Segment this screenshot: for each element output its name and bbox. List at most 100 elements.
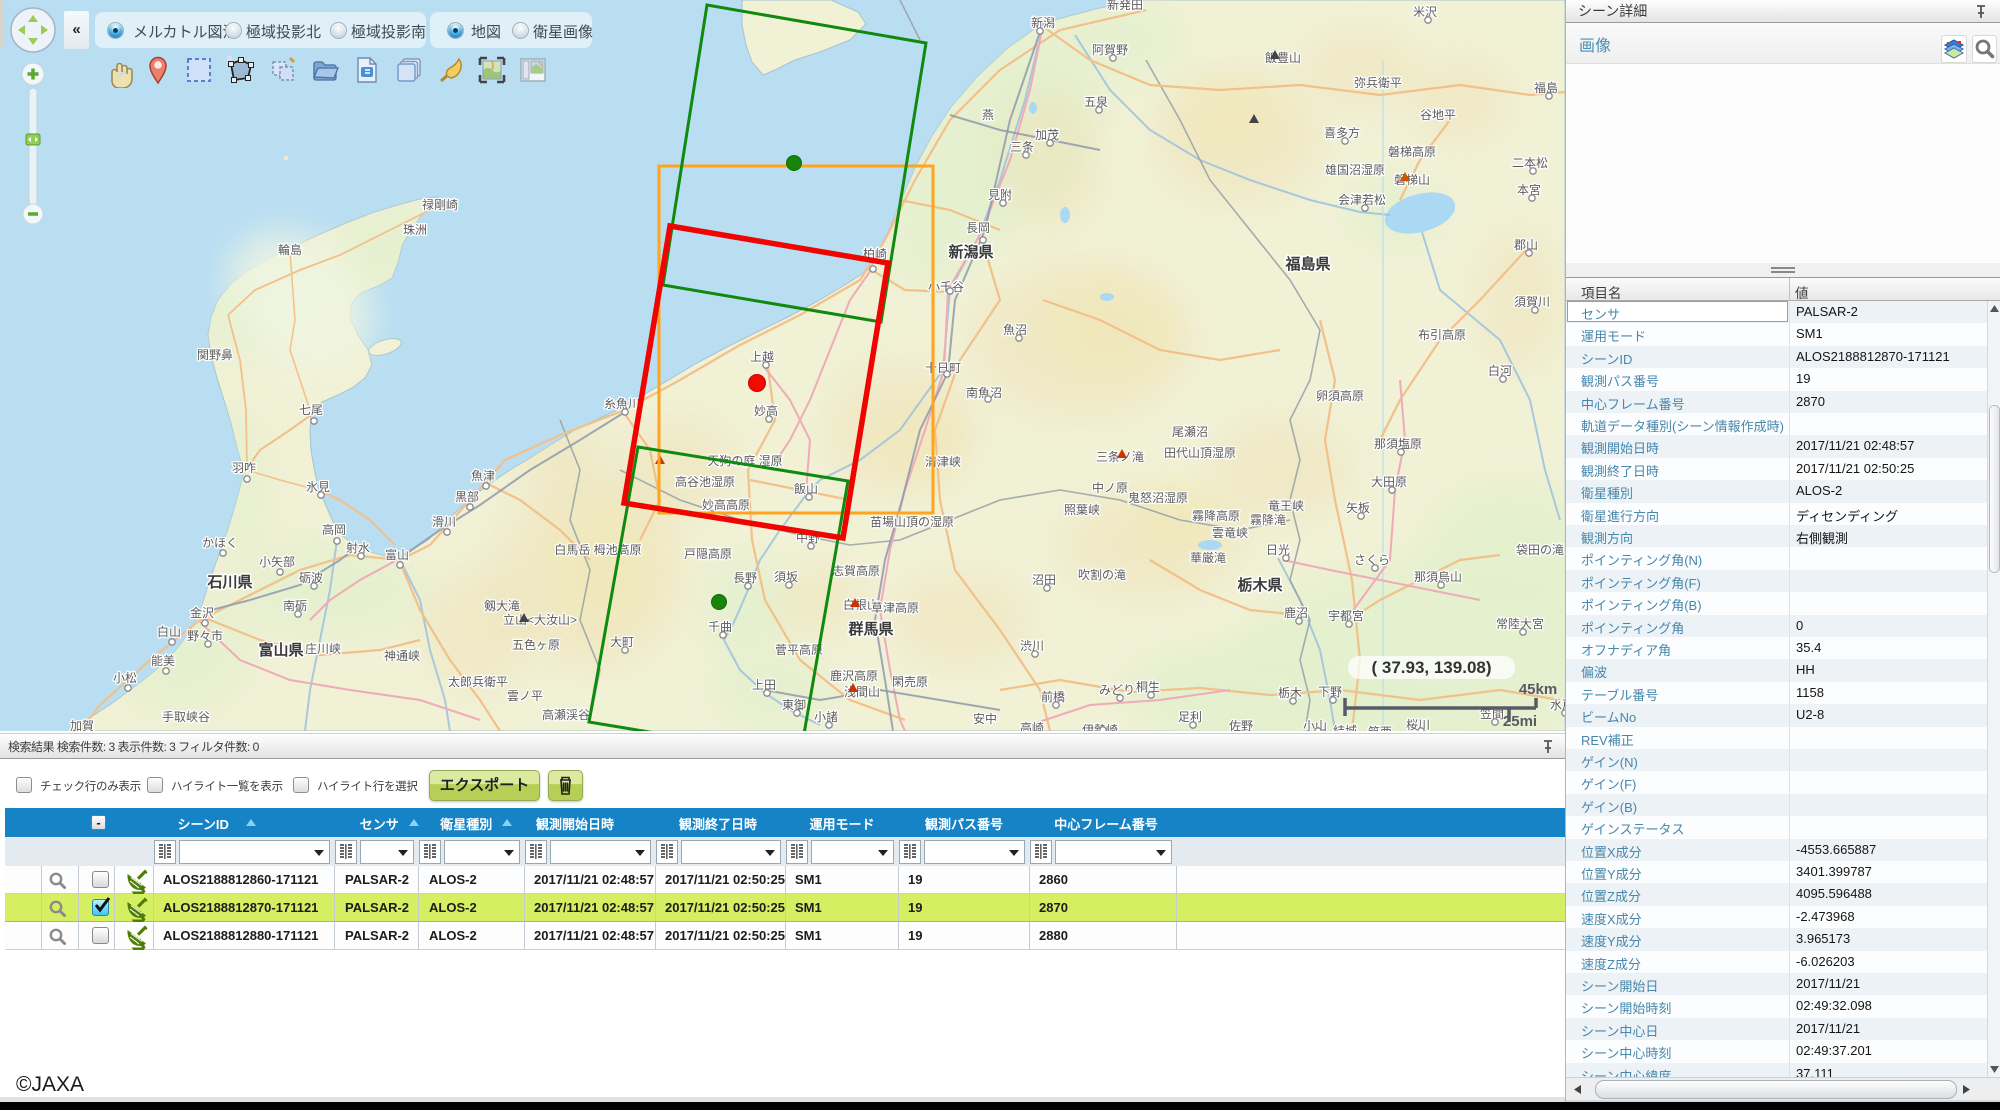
svg-text:磐梯高原: 磐梯高原 bbox=[1388, 144, 1436, 159]
svg-text:金沢: 金沢 bbox=[190, 605, 214, 620]
svg-text:戸隠高原: 戸隠高原 bbox=[684, 546, 732, 561]
svg-text:磐梯山: 磐梯山 bbox=[1394, 173, 1430, 187]
svg-text:高崎: 高崎 bbox=[1020, 720, 1044, 731]
svg-text:志賀高原: 志賀高原 bbox=[832, 563, 880, 578]
svg-text:小矢部: 小矢部 bbox=[259, 554, 295, 569]
svg-text:長野: 長野 bbox=[733, 571, 757, 585]
svg-text:砺波: 砺波 bbox=[299, 571, 323, 585]
svg-text:群馬県: 群馬県 bbox=[848, 620, 893, 638]
svg-text:卵須高原: 卵須高原 bbox=[1316, 388, 1364, 403]
svg-text:滑川: 滑川 bbox=[432, 515, 456, 529]
svg-text:矢板: 矢板 bbox=[1346, 501, 1370, 515]
svg-text:みどり: みどり bbox=[1099, 683, 1135, 697]
svg-text:手取峡谷: 手取峡谷 bbox=[162, 710, 210, 724]
svg-text:禄剛崎: 禄剛崎 bbox=[422, 197, 458, 212]
svg-text:郡山: 郡山 bbox=[1514, 238, 1538, 252]
svg-text:草津高原: 草津高原 bbox=[871, 600, 919, 615]
svg-text:宇都宮: 宇都宮 bbox=[1328, 608, 1364, 623]
svg-text:関野鼻: 関野鼻 bbox=[197, 347, 233, 362]
svg-text:閑売原: 閑売原 bbox=[892, 674, 928, 689]
svg-text:新発田: 新発田 bbox=[1107, 0, 1143, 12]
svg-text:須坂: 須坂 bbox=[774, 570, 798, 584]
svg-text:25mi: 25mi bbox=[1503, 713, 1537, 730]
svg-text:さくら: さくら bbox=[1354, 553, 1390, 567]
svg-text:佐野: 佐野 bbox=[1229, 719, 1253, 731]
svg-text:白山: 白山 bbox=[157, 624, 181, 639]
svg-text:立山<大汝山>: 立山<大汝山> bbox=[503, 612, 577, 627]
svg-text:剱大滝: 剱大滝 bbox=[484, 599, 520, 613]
svg-text:霧降高原: 霧降高原 bbox=[1192, 508, 1240, 523]
svg-text:大田原: 大田原 bbox=[1371, 475, 1407, 489]
svg-text:弥兵衛平: 弥兵衛平 bbox=[1354, 75, 1402, 90]
svg-text:七尾: 七尾 bbox=[299, 403, 323, 417]
svg-text:中ノ原: 中ノ原 bbox=[1092, 480, 1128, 495]
svg-text:太郎兵衛平: 太郎兵衛平 bbox=[448, 674, 508, 689]
svg-text:布引高原: 布引高原 bbox=[1418, 327, 1466, 342]
svg-text:安中: 安中 bbox=[973, 711, 997, 726]
svg-text:輪島: 輪島 bbox=[278, 242, 302, 257]
svg-text:射水: 射水 bbox=[346, 540, 370, 555]
svg-text:かほく: かほく bbox=[202, 536, 238, 550]
svg-text:上越: 上越 bbox=[750, 350, 774, 364]
svg-text:鹿沢高原: 鹿沢高原 bbox=[830, 668, 878, 683]
svg-text:神通峡: 神通峡 bbox=[384, 649, 420, 663]
svg-text:白馬岳 栂池高原: 白馬岳 栂池高原 bbox=[554, 542, 641, 557]
svg-text:鬼怒沼湿原: 鬼怒沼湿原 bbox=[1128, 490, 1188, 505]
svg-text:小松: 小松 bbox=[113, 671, 137, 685]
svg-text:沼田: 沼田 bbox=[1032, 573, 1056, 587]
svg-text:珠洲: 珠洲 bbox=[403, 223, 427, 237]
svg-text:三条: 三条 bbox=[1010, 140, 1034, 154]
svg-text:大町: 大町 bbox=[610, 635, 634, 649]
svg-text:前橋: 前橋 bbox=[1041, 689, 1065, 704]
svg-text:妙高高原: 妙高高原 bbox=[702, 497, 750, 512]
svg-text:福島県: 福島県 bbox=[1284, 255, 1330, 273]
svg-text:庄川峡: 庄川峡 bbox=[305, 641, 341, 656]
svg-text:那須烏山: 那須烏山 bbox=[1414, 570, 1462, 584]
svg-text:十日町: 十日町 bbox=[925, 361, 961, 375]
svg-text:新潟: 新潟 bbox=[1031, 15, 1055, 30]
svg-text:白河: 白河 bbox=[1488, 363, 1512, 378]
svg-text:苗場山頂の湿原: 苗場山頂の湿原 bbox=[870, 514, 954, 529]
svg-text:能美: 能美 bbox=[151, 654, 175, 668]
svg-text:五色ヶ原: 五色ヶ原 bbox=[512, 638, 560, 652]
svg-text:華厳滝: 華厳滝 bbox=[1190, 551, 1226, 565]
svg-text:高谷池湿原: 高谷池湿原 bbox=[675, 474, 735, 489]
svg-text:常陸大宮: 常陸大宮 bbox=[1496, 616, 1544, 631]
svg-text:足利: 足利 bbox=[1178, 710, 1202, 724]
svg-text:米沢: 米沢 bbox=[1413, 5, 1437, 19]
svg-text:妙高: 妙高 bbox=[754, 403, 778, 418]
svg-text:富山県: 富山県 bbox=[258, 641, 303, 659]
svg-text:小諸: 小諸 bbox=[814, 709, 838, 724]
svg-text:鹿沼: 鹿沼 bbox=[1284, 605, 1308, 620]
svg-text:糸魚川: 糸魚川 bbox=[604, 397, 640, 411]
svg-text:東御: 東御 bbox=[782, 697, 806, 712]
svg-text:南砺: 南砺 bbox=[283, 598, 307, 613]
svg-text:那須塩原: 那須塩原 bbox=[1374, 436, 1422, 451]
svg-text:霧降滝: 霧降滝 bbox=[1250, 513, 1286, 527]
svg-text:二本松: 二本松 bbox=[1512, 156, 1548, 170]
svg-text:谷地平: 谷地平 bbox=[1420, 108, 1456, 122]
svg-text:栃木: 栃木 bbox=[1278, 686, 1302, 700]
svg-text:雲ノ平: 雲ノ平 bbox=[507, 689, 543, 703]
svg-text:新潟県: 新潟県 bbox=[948, 243, 993, 261]
svg-text:魚津: 魚津 bbox=[471, 469, 495, 483]
svg-text:本宮: 本宮 bbox=[1517, 182, 1541, 197]
svg-text:富山: 富山 bbox=[385, 547, 409, 562]
svg-text:上田: 上田 bbox=[752, 678, 776, 692]
svg-text:羽咋: 羽咋 bbox=[232, 461, 256, 475]
svg-text:千曲: 千曲 bbox=[708, 620, 732, 634]
svg-text:栃木県: 栃木県 bbox=[1237, 576, 1282, 594]
svg-text:菅平高原: 菅平高原 bbox=[775, 642, 823, 657]
svg-text:袋田の滝: 袋田の滝 bbox=[1516, 543, 1564, 557]
svg-text:阿賀野: 阿賀野 bbox=[1092, 43, 1128, 57]
svg-text:燕: 燕 bbox=[982, 108, 994, 122]
svg-text:会津若松: 会津若松 bbox=[1338, 193, 1386, 207]
svg-text:渋川: 渋川 bbox=[1020, 639, 1044, 653]
svg-text:下野: 下野 bbox=[1318, 685, 1342, 699]
svg-text:魚沼: 魚沼 bbox=[1003, 323, 1027, 337]
svg-text:石川県: 石川県 bbox=[206, 574, 252, 591]
svg-text:野々市: 野々市 bbox=[187, 628, 223, 643]
svg-text:見附: 見附 bbox=[988, 188, 1012, 202]
svg-text:加茂: 加茂 bbox=[1035, 128, 1059, 142]
svg-text:高瀬渓谷: 高瀬渓谷 bbox=[542, 707, 590, 722]
